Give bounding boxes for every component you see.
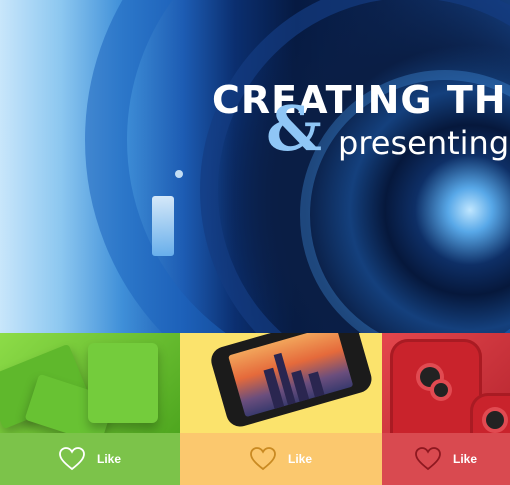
hero-subline: presenting y: [338, 124, 510, 162]
camera-lens: [434, 383, 448, 397]
lens-glint: [152, 196, 174, 256]
portfolio-tile-green[interactable]: Like: [0, 333, 180, 485]
phone-mockup: [208, 333, 375, 430]
heart-outline-icon: [415, 447, 441, 471]
mug: [88, 343, 158, 423]
lens-glint-small: [175, 170, 183, 178]
like-label: Like: [96, 452, 121, 466]
tile-artwork-iphone: [382, 333, 510, 483]
like-button[interactable]: Like: [59, 447, 121, 471]
hero-ampersand: &: [266, 92, 322, 165]
tile-artwork-business-cards: [0, 333, 180, 445]
tile-artwork-phone: [180, 333, 382, 433]
heart-outline-icon: [59, 447, 85, 471]
like-label: Like: [287, 452, 312, 466]
tile-like-bar: Like: [382, 433, 510, 485]
hero-headline: CREATING THE: [212, 78, 510, 122]
phone-screen: [228, 333, 354, 418]
tile-like-bar: Like: [0, 433, 180, 485]
hero-banner: CREATING THE & presenting y: [0, 0, 510, 333]
portfolio-tile-yellow[interactable]: Like: [180, 333, 382, 485]
portfolio-tile-red[interactable]: Like: [382, 333, 510, 485]
like-label: Like: [452, 452, 477, 466]
like-button[interactable]: Like: [250, 447, 312, 471]
camera-lens: [486, 411, 504, 429]
like-button[interactable]: Like: [415, 447, 477, 471]
heart-outline-icon: [250, 447, 276, 471]
tile-like-bar: Like: [180, 433, 382, 485]
